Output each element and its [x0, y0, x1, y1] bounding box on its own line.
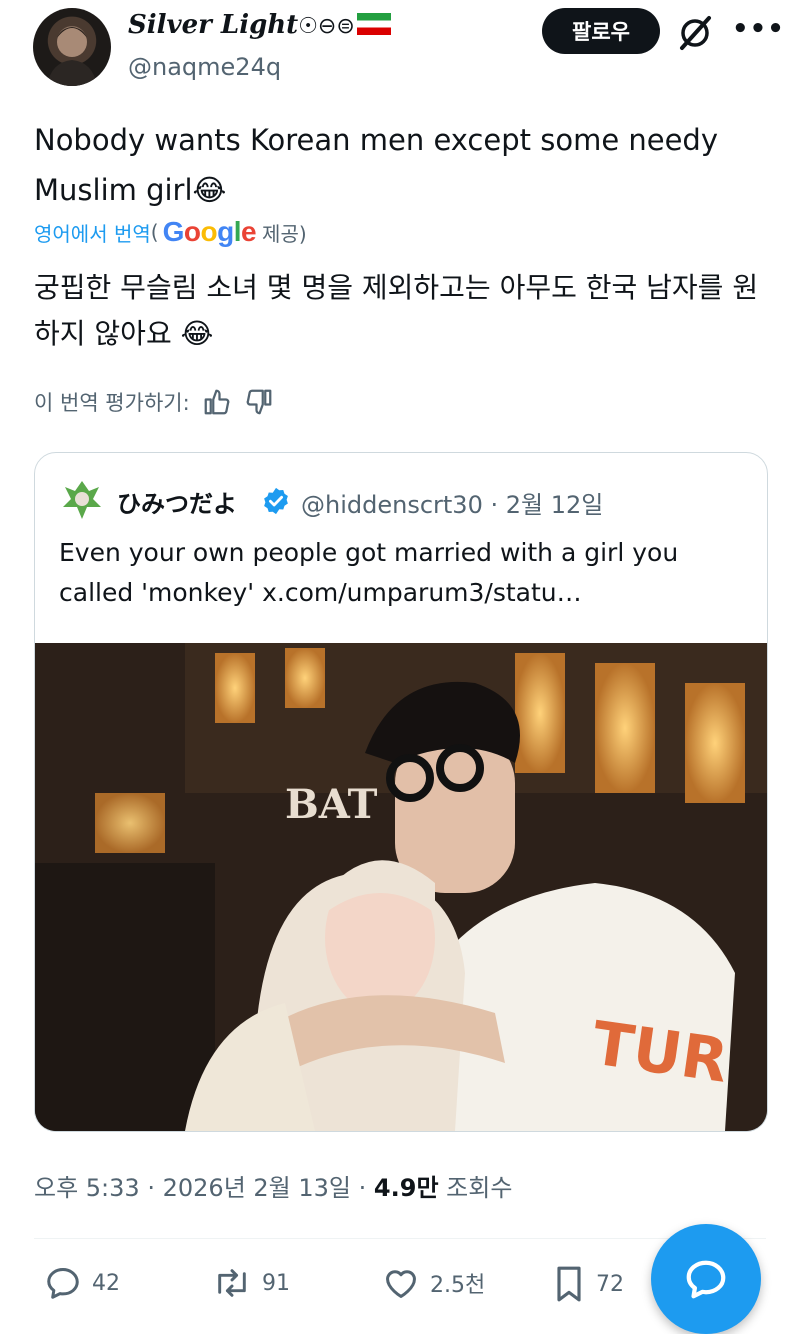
translate-suffix: 제공) — [262, 221, 307, 246]
repost-icon — [218, 1269, 246, 1297]
like-button[interactable]: 2.5천 — [382, 1264, 485, 1302]
quoted-tweet[interactable]: ひみつだよ @hiddenscrt30 · 2월 12일 Even your o… — [34, 452, 768, 1132]
photo-sign-text: BAT — [285, 781, 378, 828]
quote-text: Even your own people got married with a … — [59, 538, 679, 607]
quote-separator: · — [490, 491, 499, 519]
thumbs-up-icon[interactable] — [202, 387, 232, 417]
heart-icon — [386, 1270, 416, 1298]
reply-bubble-icon — [686, 1260, 726, 1299]
more-icon[interactable]: ••• — [732, 14, 785, 44]
bookmark-button[interactable]: 72 — [552, 1264, 624, 1304]
google-logo: Google — [162, 216, 257, 247]
reply-icon — [47, 1268, 79, 1299]
verified-badge-icon — [264, 487, 288, 515]
quote-photo[interactable]: BAT TUR — [35, 643, 767, 1131]
translate-link[interactable]: 영어에서 번역 — [34, 218, 151, 247]
translation-attribution: 영어에서 번역 ( Google 제공) — [34, 216, 307, 248]
quote-avatar[interactable] — [59, 477, 105, 523]
timestamp-sep: · — [147, 1174, 155, 1202]
translated-text: 궁핍한 무슬림 소녀 몇 명을 제외하고는 아무도 한국 남자를 원하지 않아요… — [34, 271, 759, 350]
bookmark-count: 72 — [596, 1271, 624, 1297]
reply-count: 42 — [92, 1270, 120, 1296]
reply-button[interactable]: 42 — [44, 1264, 120, 1302]
follow-button[interactable]: 팔로우 — [542, 8, 660, 54]
timestamp-sep: · — [358, 1174, 367, 1202]
repost-count: 91 — [262, 1270, 290, 1296]
rate-label: 이 번역 평가하기: — [34, 391, 190, 415]
compose-reply-button[interactable] — [651, 1224, 761, 1334]
repost-button[interactable]: 91 — [212, 1264, 290, 1302]
quote-meta: @hiddenscrt30 · 2월 12일 — [301, 485, 603, 520]
post-date[interactable]: 2026년 2월 13일 — [163, 1174, 351, 1202]
views-label: 조회수 — [446, 1174, 513, 1202]
quote-date[interactable]: 2월 12일 — [506, 491, 604, 519]
name-symbols: ☉⊖⊜ — [298, 14, 355, 39]
quote-handle[interactable]: @hiddenscrt30 — [301, 491, 483, 519]
divider — [34, 1238, 766, 1239]
post-time[interactable]: 오후 5:33 — [34, 1174, 140, 1202]
thumbs-down-icon[interactable] — [244, 387, 274, 417]
quote-display-name[interactable]: ひみつだよ — [117, 484, 237, 519]
views-count[interactable]: 4.9만 — [374, 1174, 439, 1202]
handle[interactable]: @naqme24q — [128, 53, 281, 81]
tweet-text: Nobody wants Korean men except some need… — [34, 123, 719, 207]
flag-icon — [356, 13, 391, 35]
timestamp-row: 오후 5:33 · 2026년 2월 13일 · 4.9만 조회수 — [34, 1168, 512, 1203]
tweet-header: Silver Light☉⊖⊜ @naqme24q 팔로우 ••• — [0, 0, 800, 100]
bookmark-icon — [557, 1266, 581, 1302]
grok-icon[interactable] — [676, 14, 714, 52]
display-name[interactable]: Silver Light☉⊖⊜ — [128, 10, 391, 40]
translate-prefix: ( — [150, 220, 159, 244]
like-count: 2.5천 — [430, 1273, 486, 1298]
rate-translation: 이 번역 평가하기: — [34, 387, 274, 417]
avatar[interactable] — [33, 8, 111, 86]
